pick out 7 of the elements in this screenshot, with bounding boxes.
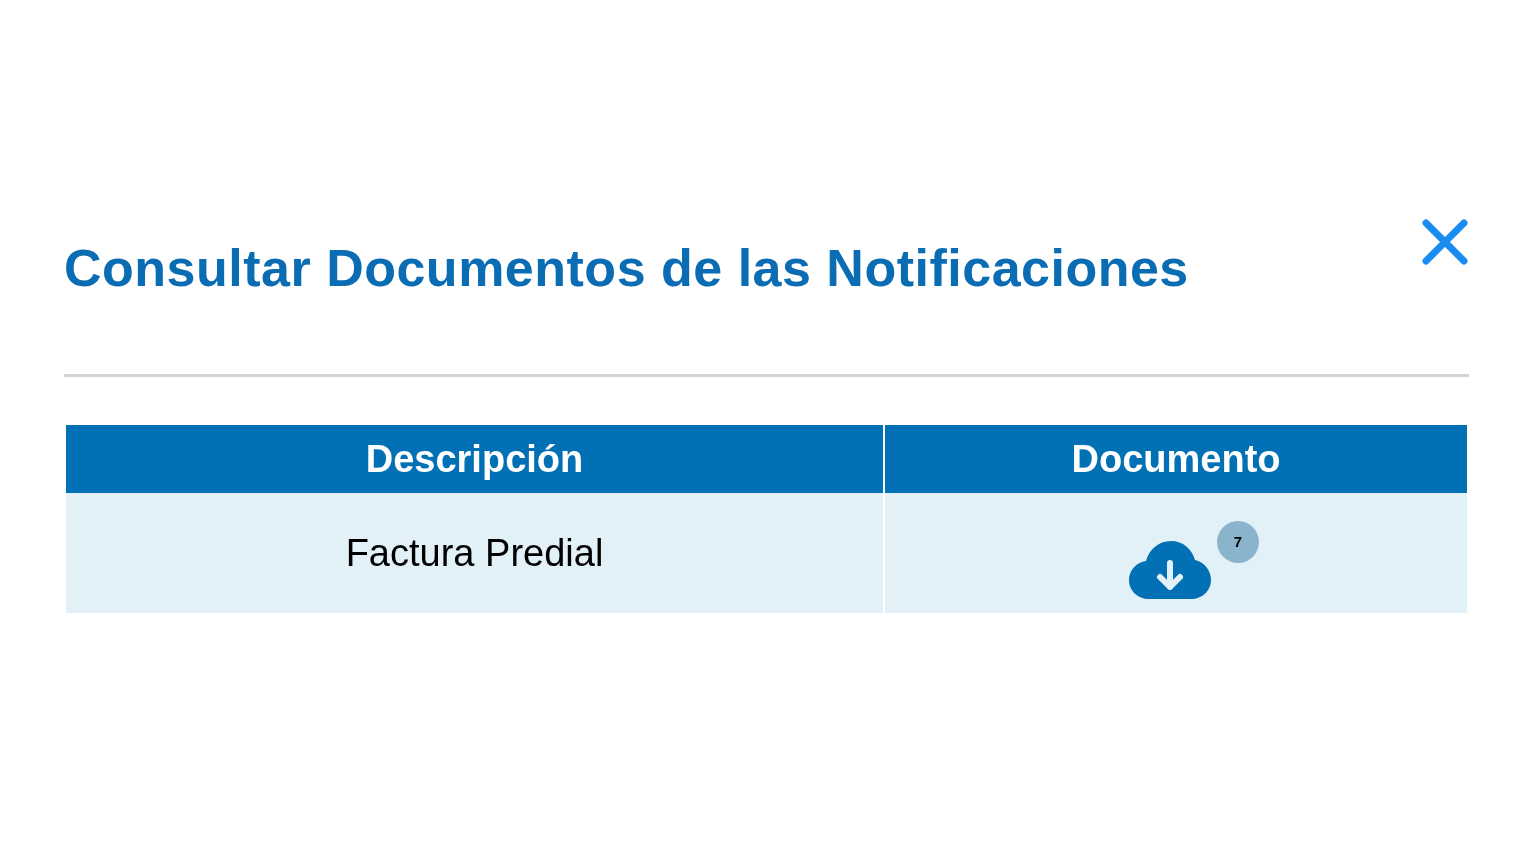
column-header: Documento xyxy=(884,425,1467,493)
count-badge: 7 xyxy=(1217,521,1259,563)
table-cell: Factura Predial xyxy=(66,493,884,613)
dialog-title: Consultar Documentos de las Notificaciones xyxy=(64,238,1189,299)
cloud-download-icon[interactable] xyxy=(1129,541,1211,599)
column-header: Descripción xyxy=(66,425,884,493)
close-icon xyxy=(1422,219,1468,265)
